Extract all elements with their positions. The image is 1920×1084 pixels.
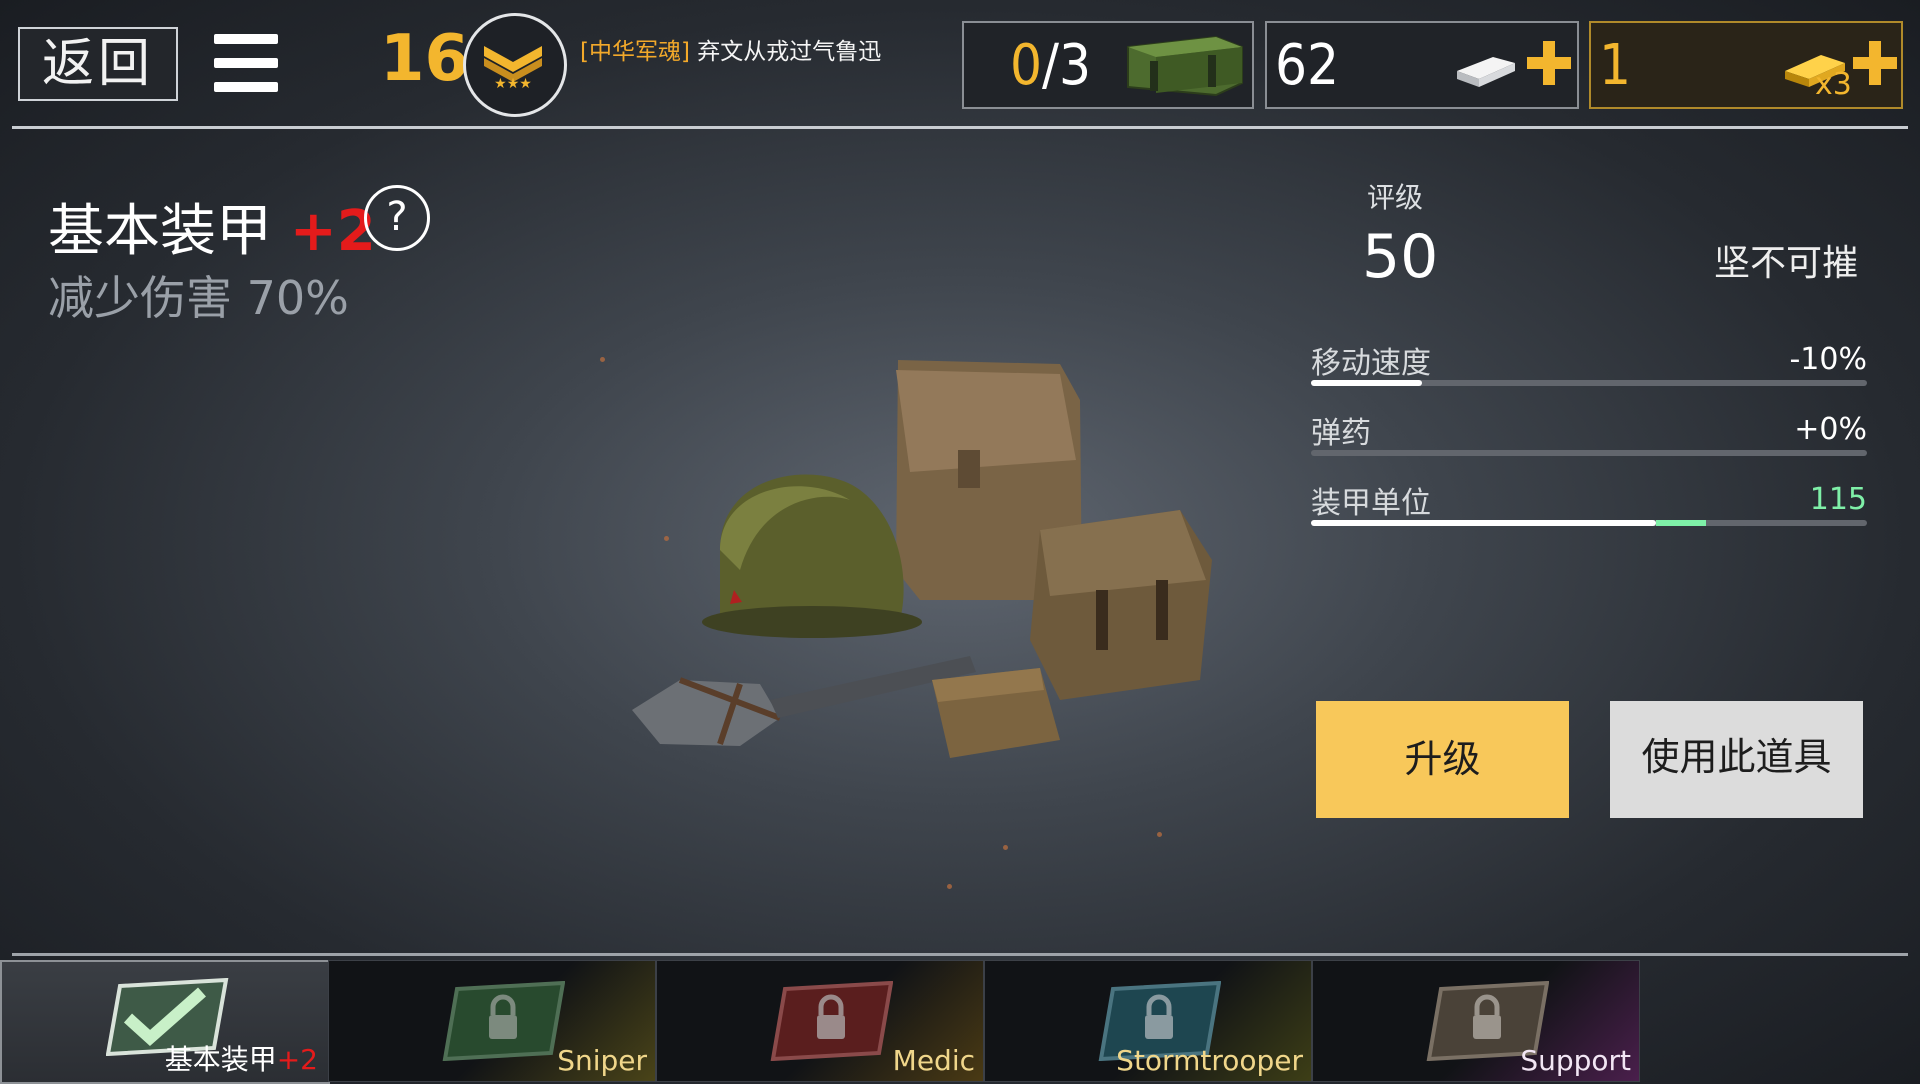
lock-icon [442,981,565,1061]
tabs-divider [12,953,1908,956]
stat-bar-gain [1655,520,1706,526]
stat-bar-fill [1311,520,1656,526]
tab-support[interactable]: Support [1312,960,1640,1082]
tab-label: Medic [892,1044,975,1077]
rating-value: 50 [1362,222,1439,292]
stat-value: +0% [1794,412,1867,447]
stat-value: 115 [1809,482,1867,517]
use-item-button[interactable]: 使用此道具 [1610,701,1863,818]
item-name: 基本装甲 [48,199,272,264]
ember-particle [1157,832,1162,837]
silver-counter[interactable]: 62 [1265,21,1579,109]
stat-ammo: 弹药 +0% [1311,408,1867,468]
ammo-crate-icon [1127,35,1243,97]
top-bar: 返回 16 ★★★ [中华军魂] 弃文从戎过气鲁迅 0/3 62 1 x3 [0,0,1920,126]
player-nickname: 弃文从戎过气鲁迅 [697,39,882,65]
stat-name: 装甲单位 [1311,486,1431,521]
tab-medic[interactable]: Medic [656,960,984,1082]
stat-name: 移动速度 [1311,346,1431,381]
rank-badge-icon[interactable]: ★★★ [463,13,567,117]
tab-stormtrooper[interactable]: Stormtrooper [984,960,1312,1082]
item-title: 基本装甲 +2 [48,186,376,267]
armor-gear-image [632,360,1212,758]
rating-label: 评级 [1367,181,1424,214]
tab-label: Sniper [557,1044,647,1077]
menu-icon[interactable] [214,34,278,92]
silver-value: 62 [1275,33,1340,98]
stat-armor-units: 装甲单位 115 [1311,478,1867,538]
gold-multiplier: x3 [1815,67,1852,102]
tab-basic-armor[interactable]: 基本装甲+2 [0,960,330,1084]
stat-bar [1311,450,1867,456]
gold-counter[interactable]: 1 x3 [1589,21,1903,109]
item-level-bonus: +2 [289,199,376,264]
add-gold-icon[interactable] [1853,41,1897,85]
svg-text:★★★: ★★★ [494,76,532,92]
gold-value: 1 [1599,33,1632,98]
item-effect: 减少伤害 70% [48,271,349,325]
help-icon[interactable]: ? [364,185,430,251]
crates-counter[interactable]: 0/3 [962,21,1254,109]
lock-icon [770,981,893,1061]
tab-label: Support [1520,1044,1631,1077]
header-divider [12,126,1908,129]
tab-sniper[interactable]: Sniper [328,960,656,1082]
ember-particle [664,536,669,541]
ember-particle [947,884,952,889]
stat-name: 弹药 [1311,416,1371,451]
player-level: 16 [380,22,470,96]
rating-description: 坚不可摧 [1713,243,1858,284]
upgrade-button[interactable]: 升级 [1316,701,1569,818]
stat-bar [1311,520,1867,526]
back-button[interactable]: 返回 [18,27,178,101]
crates-value: 0/3 [1010,33,1092,98]
clan-tag: [中华军魂] [580,39,690,65]
player-name: [中华军魂] 弃文从戎过气鲁迅 [580,32,881,66]
tab-label: Stormtrooper [1116,1044,1303,1077]
stat-bar-fill [1311,380,1423,386]
add-silver-icon[interactable] [1527,41,1571,85]
tab-label: 基本装甲+2 [164,1043,318,1076]
ember-particle [600,357,605,362]
stat-move-speed: 移动速度 -10% [1311,338,1867,398]
stat-bar [1311,380,1867,386]
ember-particle [1003,845,1008,850]
stat-value: -10% [1789,342,1867,377]
silver-bar-icon [1457,57,1515,87]
